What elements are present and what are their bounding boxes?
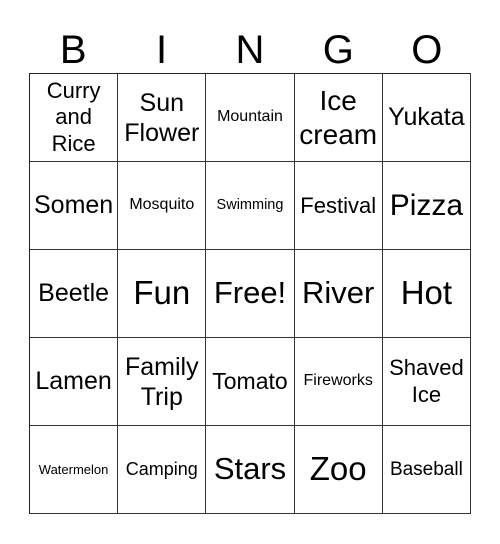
bingo-cell[interactable]: River <box>294 250 383 338</box>
bingo-header: B I N G O <box>29 28 471 72</box>
header-letter-g: G <box>322 28 354 72</box>
bingo-cell[interactable]: Sun Flower <box>118 74 207 162</box>
bingo-cell[interactable]: Festival <box>294 162 383 250</box>
bingo-cell[interactable]: Shaved Ice <box>382 338 471 426</box>
bingo-cell[interactable]: Stars <box>206 426 295 514</box>
header-letter-i: I <box>156 28 168 72</box>
bingo-cell[interactable]: Yukata <box>382 74 471 162</box>
bingo-cell[interactable]: Watermelon <box>30 426 119 514</box>
bingo-cell[interactable]: Mosquito <box>118 162 207 250</box>
bingo-cell[interactable]: Tomato <box>206 338 295 426</box>
bingo-cell[interactable]: Fireworks <box>294 338 383 426</box>
bingo-cell[interactable]: Lamen <box>30 338 119 426</box>
bingo-cell[interactable]: Free! <box>206 250 295 338</box>
bingo-cell[interactable]: Ice cream <box>294 74 383 162</box>
bingo-cell[interactable]: Curry and Rice <box>30 74 119 162</box>
bingo-cell[interactable]: Fun <box>118 250 207 338</box>
header-letter-o: O <box>411 28 443 72</box>
bingo-cell[interactable]: Swimming <box>206 162 295 250</box>
bingo-cell[interactable]: Camping <box>118 426 207 514</box>
bingo-cell[interactable]: Family Trip <box>118 338 207 426</box>
bingo-cell[interactable]: Somen <box>30 162 119 250</box>
bingo-cell[interactable]: Zoo <box>294 426 383 514</box>
bingo-cell[interactable]: Baseball <box>382 426 471 514</box>
header-letter-b: B <box>59 28 87 72</box>
bingo-grid: Curry and Rice Sun Flower Mountain Ice c… <box>29 73 471 514</box>
bingo-cell[interactable]: Beetle <box>30 250 119 338</box>
bingo-cell[interactable]: Hot <box>382 250 471 338</box>
bingo-cell[interactable]: Mountain <box>206 74 295 162</box>
header-letter-n: N <box>235 28 265 72</box>
bingo-cell[interactable]: Pizza <box>382 162 471 250</box>
